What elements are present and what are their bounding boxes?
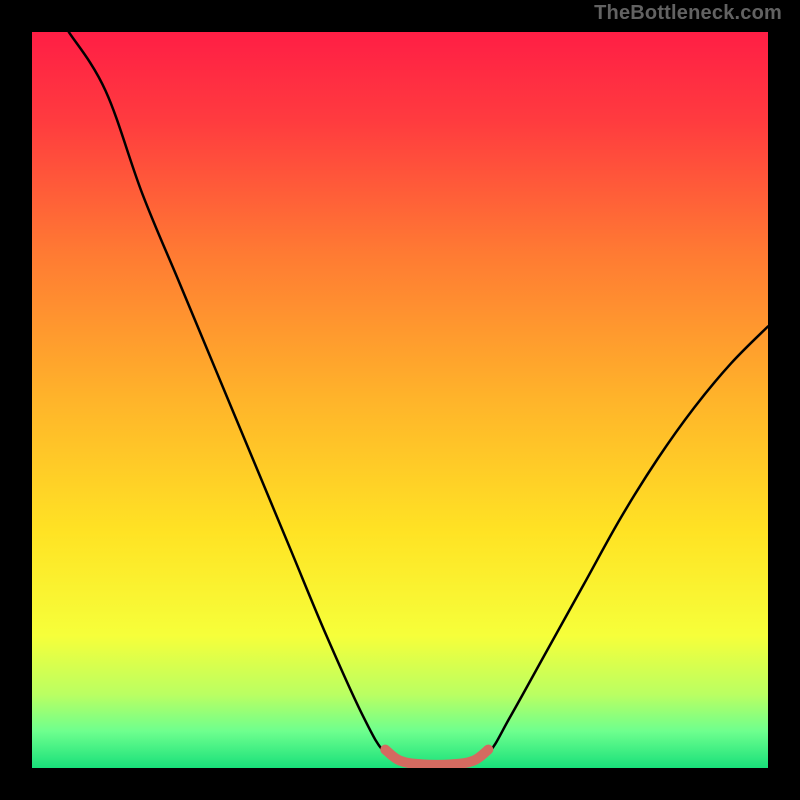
optimal-zone-curve [385,750,488,765]
chart-frame: TheBottleneck.com [0,0,800,800]
curve-layer [32,32,768,768]
watermark-text: TheBottleneck.com [594,2,782,25]
plot-area [32,32,768,768]
bottleneck-curve [69,32,768,765]
